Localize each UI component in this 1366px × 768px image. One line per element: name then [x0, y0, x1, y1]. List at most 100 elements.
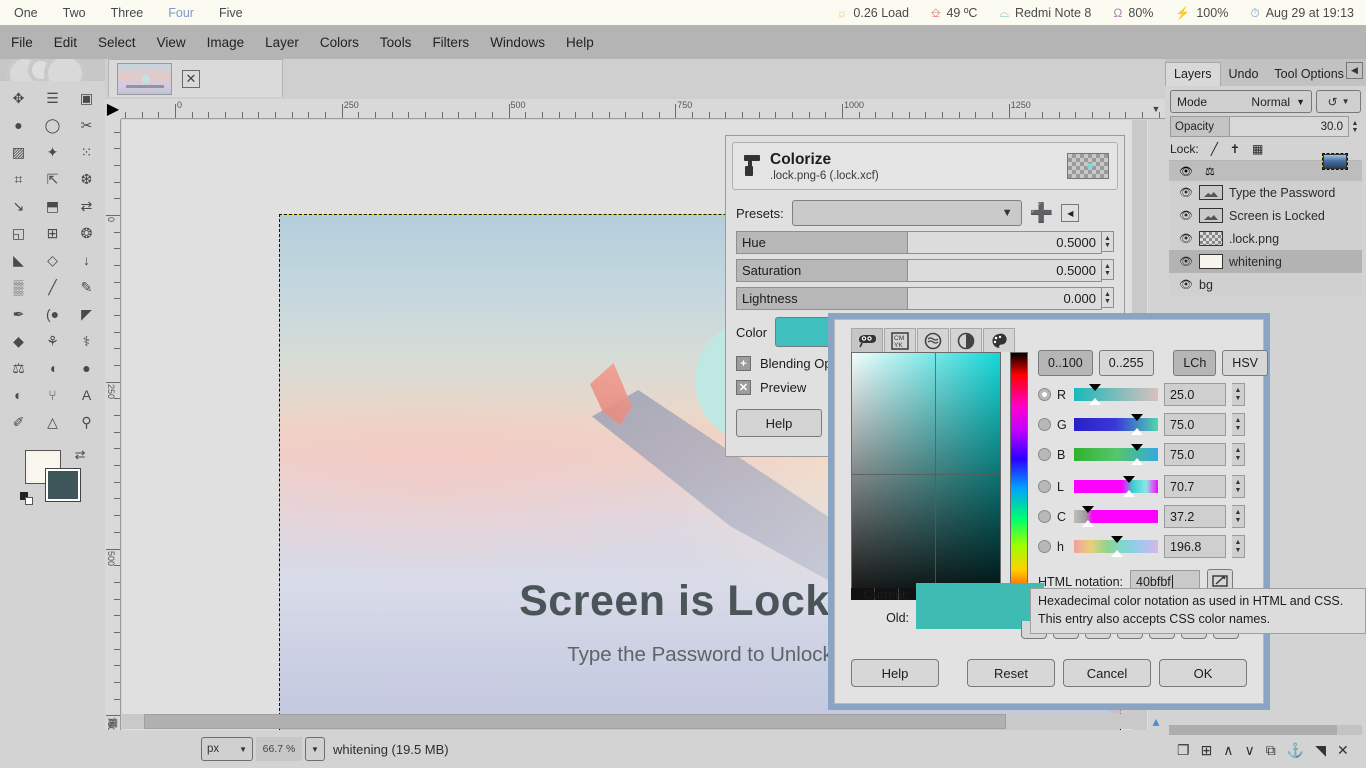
channel-slider-C[interactable] [1074, 510, 1158, 523]
layer-mode-selector[interactable]: Mode Normal ▼ [1170, 90, 1312, 113]
channel-radio-G[interactable] [1038, 418, 1051, 431]
menu-filters[interactable]: Filters [430, 33, 471, 52]
ink-tool[interactable]: ✒ [2, 301, 35, 327]
layer-row[interactable]: 👁Type the Password [1169, 181, 1362, 204]
dither-tool[interactable]: ▒ [2, 274, 35, 300]
menu-colors[interactable]: Colors [318, 33, 361, 52]
channel-row-L[interactable]: L70.7▲▼ [1038, 475, 1268, 498]
tab-layers[interactable]: Layers [1165, 62, 1221, 86]
tab-tool-options[interactable]: Tool Options [1266, 63, 1351, 86]
perspective-clone-tool[interactable]: ⚖ [2, 355, 35, 381]
composite-mode-button[interactable]: ↺ ▼ [1316, 90, 1361, 113]
cpu-load-indicator[interactable]: ☼ 0.26 Load [836, 6, 909, 20]
lightness-slider-row[interactable]: Lightness 0.000 ▲▼ [736, 287, 1114, 310]
network-device-indicator[interactable]: ⌓ Redmi Note 8 [999, 6, 1091, 20]
channel-value-h[interactable]: 196.8 [1164, 535, 1226, 558]
channel-slider-B[interactable] [1074, 448, 1158, 461]
layer-row[interactable]: 👁.lock.png [1169, 227, 1362, 250]
transform-tool[interactable]: ⇱ [36, 166, 69, 192]
workspace-five[interactable]: Five [219, 6, 243, 20]
channel-radio-L[interactable] [1038, 480, 1051, 493]
menu-layer[interactable]: Layer [263, 33, 301, 52]
gimp-tab[interactable] [851, 328, 883, 352]
foreground-select-tool[interactable]: ▨ [2, 139, 35, 165]
layer-row[interactable]: 👁Screen is Locked [1169, 204, 1362, 227]
model-hsv-button[interactable]: HSV [1222, 350, 1268, 376]
tab-undo[interactable]: Undo [1221, 63, 1267, 86]
palette-tab[interactable] [983, 328, 1015, 352]
workspace-three[interactable]: Three [111, 6, 144, 20]
scale-tool[interactable]: ↘ [2, 193, 35, 219]
horizontal-ruler[interactable]: 025050075010001250 [105, 99, 1165, 119]
blur-sharpen-tool[interactable]: ● [70, 355, 103, 381]
channel-slider-R[interactable] [1074, 388, 1158, 401]
bucket-fill-tool[interactable]: ◣ [2, 247, 35, 273]
color-picker-tool[interactable]: ✐ [2, 409, 35, 435]
picker-cancel-button[interactable]: Cancel [1063, 659, 1151, 687]
channel-value-B[interactable]: 75.0 [1164, 443, 1226, 466]
channel-slider-h[interactable] [1074, 540, 1158, 553]
ellipse-select-tool[interactable]: ● [2, 112, 35, 138]
mypaint-brush-tool[interactable]: (● [36, 301, 69, 327]
menu-tools[interactable]: Tools [378, 33, 414, 52]
channel-stepper-L[interactable]: ▲▼ [1232, 475, 1245, 498]
channel-row-G[interactable]: G75.0▲▼ [1038, 413, 1268, 436]
channel-radio-B[interactable] [1038, 448, 1051, 461]
anchor-layer-button[interactable]: ⚓ [1287, 742, 1304, 759]
channel-value-L[interactable]: 70.7 [1164, 475, 1226, 498]
eye-icon[interactable]: 👁 [1179, 255, 1193, 268]
new-layer-group-button[interactable]: ⊞ [1201, 742, 1213, 759]
workspace-four[interactable]: Four [168, 6, 194, 20]
close-icon[interactable]: ✕ [182, 70, 200, 88]
menu-select[interactable]: Select [96, 33, 138, 52]
cage-transform-tool[interactable]: ⊞ [36, 220, 69, 246]
hue-strip[interactable] [1010, 352, 1028, 595]
saturation-stepper[interactable]: ▲▼ [1102, 259, 1114, 280]
navigation-preview-button[interactable]: ▴ [1147, 712, 1165, 730]
shear-tool[interactable]: ⬒ [36, 193, 69, 219]
merge-down-button[interactable]: ◥ [1315, 742, 1326, 759]
lightness-value[interactable]: 0.000 [908, 287, 1102, 310]
menu-file[interactable]: File [9, 33, 35, 52]
alignment-tool[interactable]: ☰ [36, 85, 69, 111]
hue-slider-row[interactable]: Hue 0.5000 ▲▼ [736, 231, 1114, 254]
menu-help[interactable]: Help [564, 33, 596, 52]
duplicate-layer-button[interactable]: ⧉ [1266, 742, 1276, 759]
ruler-origin-button[interactable]: ▶ [105, 99, 121, 119]
hue-value[interactable]: 0.5000 [908, 231, 1102, 254]
saturation-slider-row[interactable]: Saturation 0.5000 ▲▼ [736, 259, 1114, 282]
lock-pixels-icon[interactable]: ╱ [1211, 142, 1218, 156]
workspace-one[interactable]: One [14, 6, 38, 20]
select-by-color-tool[interactable]: ⁙ [70, 139, 103, 165]
eye-icon[interactable]: 👁 [1179, 232, 1193, 245]
picker-help-button[interactable]: Help [851, 659, 939, 687]
range-0-255-button[interactable]: 0..255 [1099, 350, 1154, 376]
paintbrush-tool[interactable]: ╱ [36, 274, 69, 300]
vertical-ruler[interactable]: 0250500750 [105, 119, 121, 768]
channel-value-R[interactable]: 25.0 [1164, 383, 1226, 406]
lightness-stepper[interactable]: ▲▼ [1102, 287, 1114, 308]
colorize-help-button[interactable]: Help [736, 409, 822, 437]
rectangle-select-tool[interactable]: ▣ [70, 85, 103, 111]
channel-stepper-B[interactable]: ▲▼ [1232, 443, 1245, 466]
workspace-two[interactable]: Two [63, 6, 86, 20]
saturation-value[interactable]: 0.5000 [908, 259, 1102, 282]
channel-row-C[interactable]: C37.2▲▼ [1038, 505, 1268, 528]
free-select-tool[interactable]: ◯ [36, 112, 69, 138]
measure-tool[interactable]: △ [36, 409, 69, 435]
cmyk-tab[interactable]: CM YK [884, 328, 916, 352]
channel-row-h[interactable]: h196.8▲▼ [1038, 535, 1268, 558]
presets-combobox[interactable]: ▼ [792, 200, 1022, 226]
layer-row[interactable]: 👁whitening [1169, 250, 1362, 273]
temperature-indicator[interactable]: ⎒ 49 ºC [931, 6, 977, 20]
image-tab[interactable]: ✕ [108, 59, 283, 97]
clock-indicator[interactable]: ⏱ Aug 29 at 19:13 [1250, 6, 1354, 20]
eye-icon[interactable]: 👁 [1179, 186, 1193, 199]
zoom-value[interactable]: 66.7 % [256, 737, 302, 761]
clone-tool[interactable]: ⚘ [36, 328, 69, 354]
flip-tool[interactable]: ⇄ [70, 193, 103, 219]
preset-menu-icon[interactable]: ◀ [1061, 204, 1079, 222]
horizontal-scrollbar[interactable] [122, 714, 1132, 729]
channel-stepper-R[interactable]: ▲▼ [1232, 383, 1245, 406]
lock-position-icon[interactable]: ✝ [1230, 142, 1240, 156]
